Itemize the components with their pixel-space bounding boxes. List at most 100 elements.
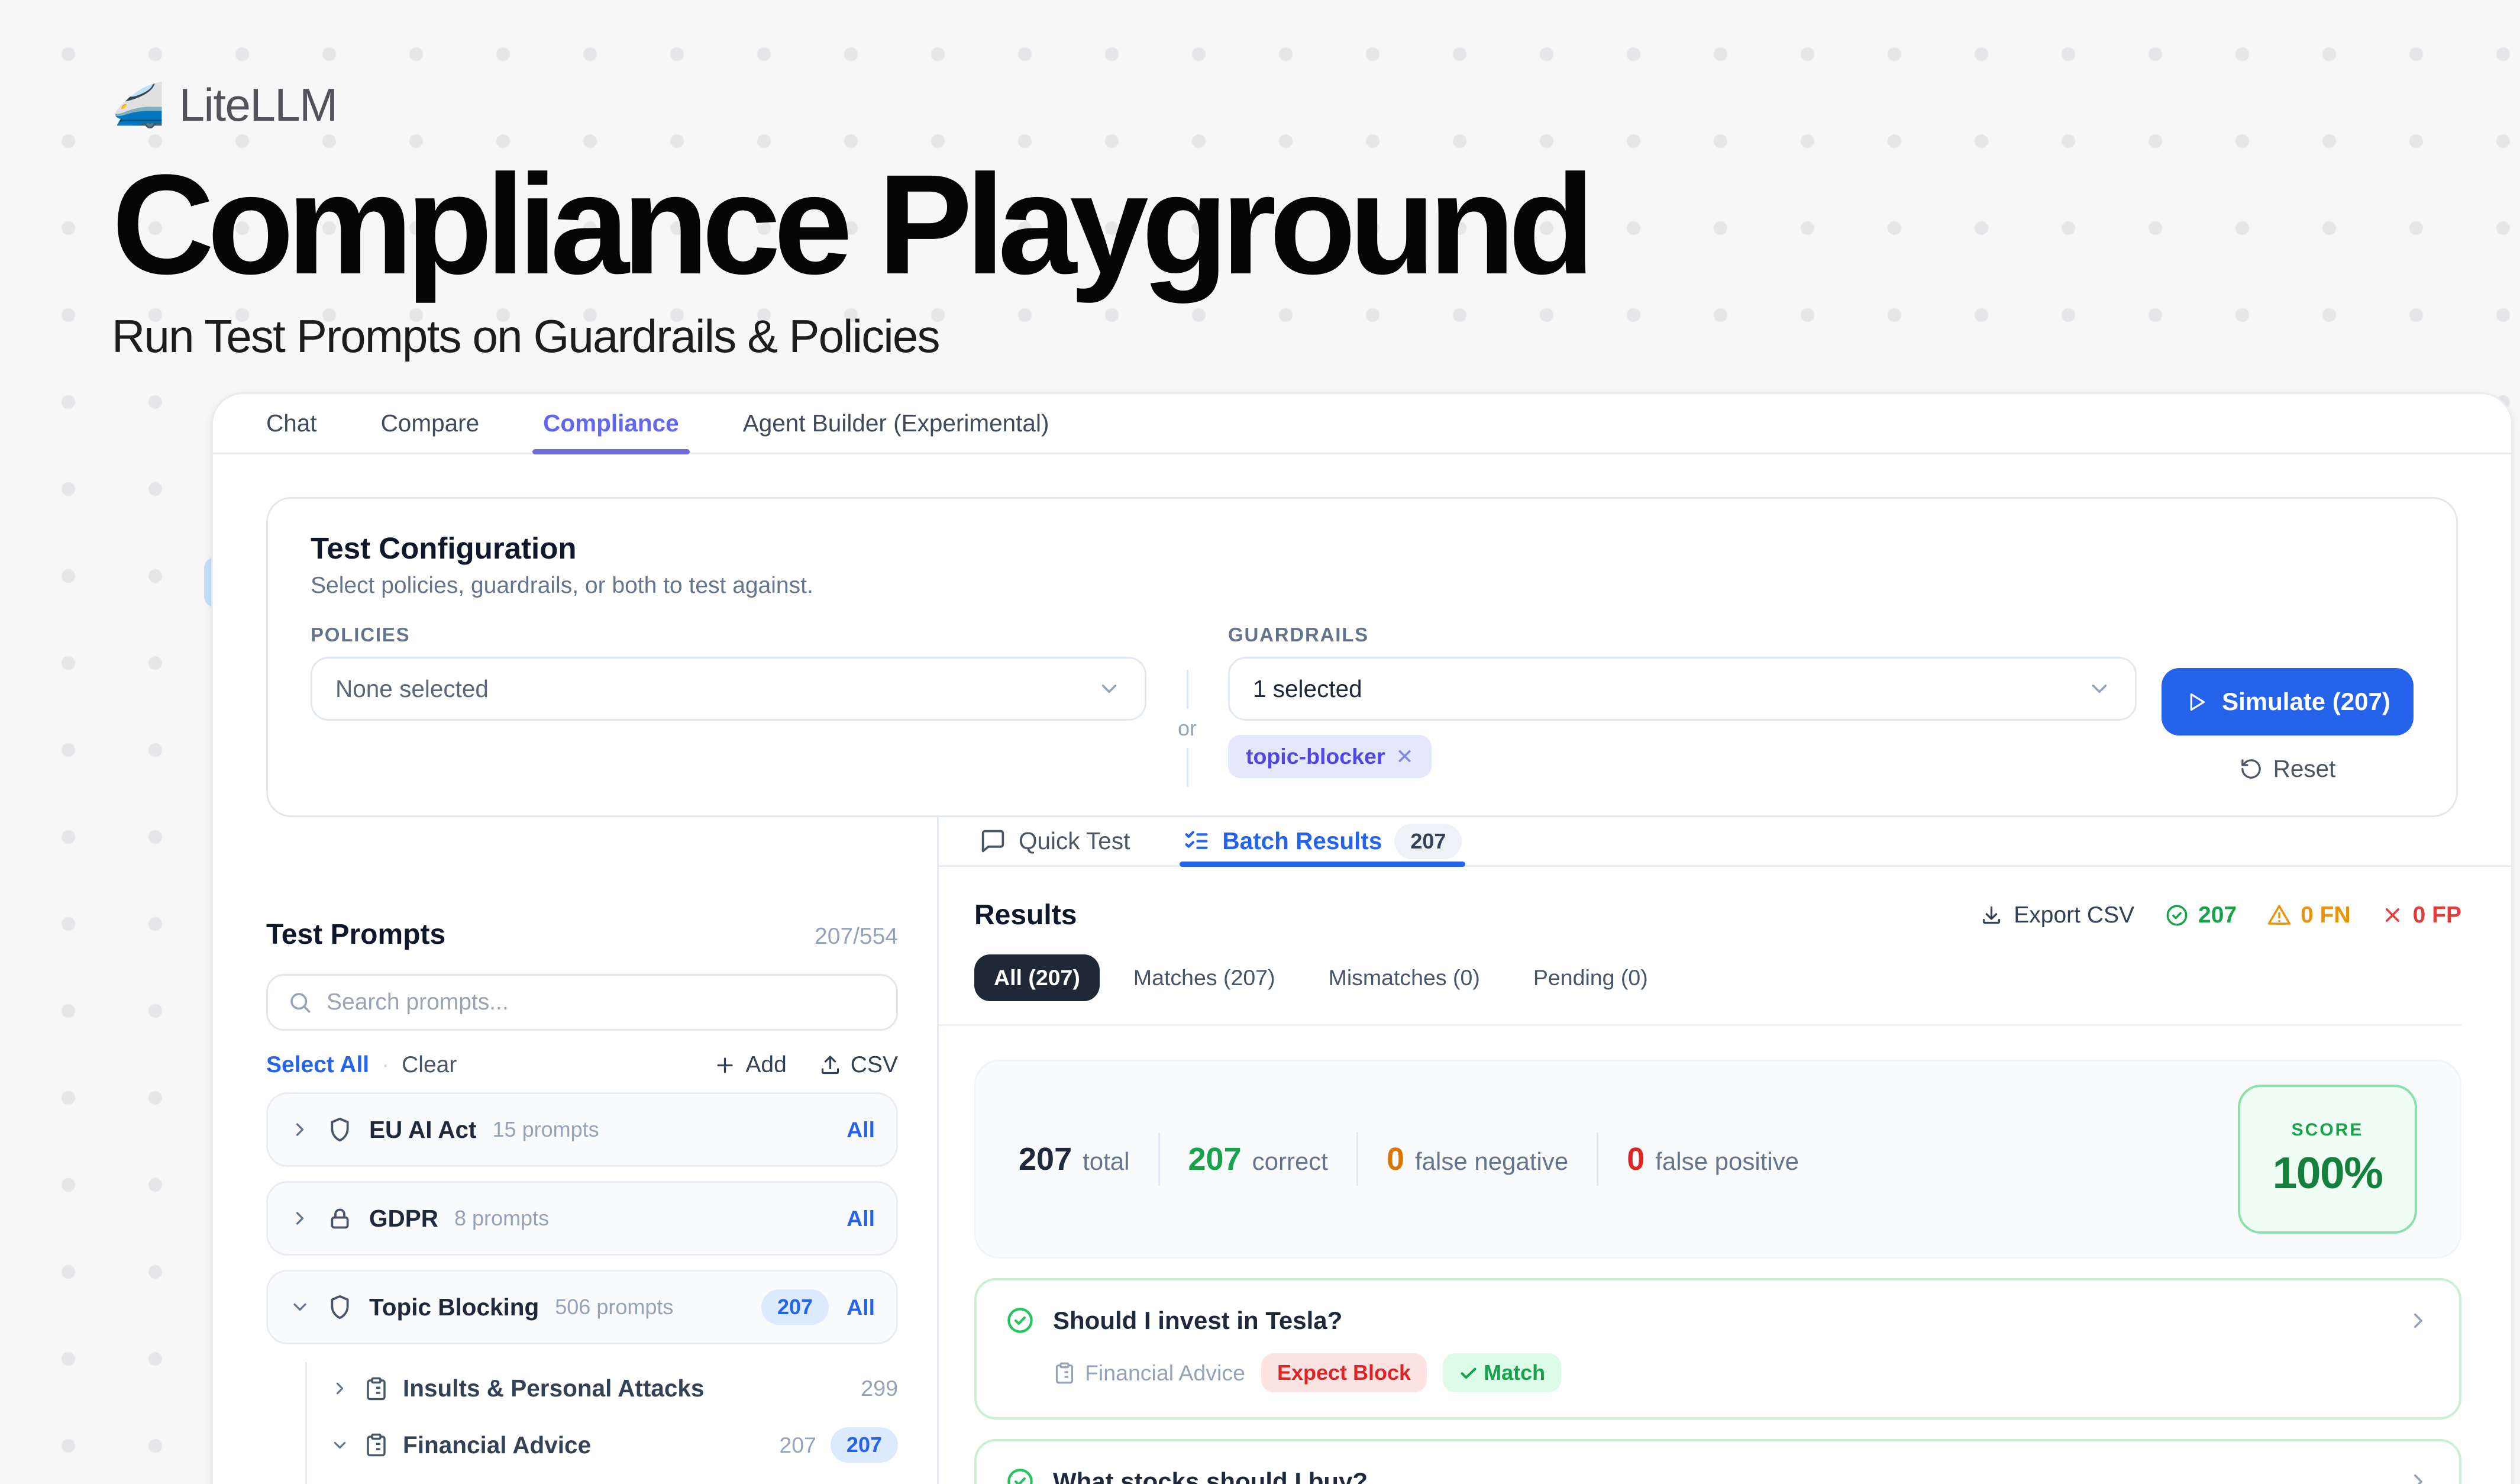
- warning-triangle-icon: [2267, 903, 2292, 928]
- config-subtitle: Select policies, guardrails, or both to …: [311, 573, 2414, 599]
- simulate-button[interactable]: Simulate (207): [2162, 668, 2414, 735]
- subcategory-insults[interactable]: Insults & Personal Attacks 299: [307, 1362, 898, 1415]
- category-description-row: Blocks requests for personalized financi…: [307, 1475, 898, 1484]
- filter-all[interactable]: All (207): [974, 954, 1100, 1001]
- check-icon: [1459, 1363, 1478, 1383]
- select-all-link[interactable]: Select All: [266, 1052, 369, 1078]
- tab-compare[interactable]: Compare: [381, 394, 480, 453]
- test-prompts-panel: Test Prompts 207/554 Select All · Clear: [213, 817, 939, 1484]
- select-all-group-link[interactable]: All: [847, 1117, 875, 1143]
- filter-mismatches[interactable]: Mismatches (0): [1309, 954, 1500, 1001]
- shield-icon: [327, 1294, 353, 1321]
- result-row[interactable]: Should I invest in Tesla? Financial Advi…: [974, 1278, 2461, 1420]
- or-divider: or: [1146, 624, 1228, 787]
- tab-compliance[interactable]: Compliance: [543, 394, 679, 453]
- clipboard-icon: [364, 1376, 389, 1401]
- main-card: Chat Compare Compliance Agent Builder (E…: [211, 392, 2513, 1484]
- clipboard-icon: [364, 1433, 389, 1457]
- checklist-icon: [1183, 828, 1210, 854]
- chevron-right-icon: [289, 1208, 311, 1229]
- test-configuration-card: Test Configuration Select policies, guar…: [266, 497, 2458, 817]
- brand: 🚄 LiteLLM: [112, 78, 1588, 132]
- selected-count-badge: 207: [831, 1427, 898, 1463]
- chevron-right-icon: [2406, 1308, 2431, 1333]
- chevron-down-icon: [289, 1296, 311, 1318]
- tab-agent-builder[interactable]: Agent Builder (Experimental): [743, 394, 1049, 453]
- remove-chip-icon[interactable]: ✕: [1395, 744, 1413, 769]
- result-title: What stocks should I buy?: [1053, 1467, 1368, 1484]
- page-header: 🚄 LiteLLM Compliance Playground Run Test…: [112, 78, 1588, 363]
- or-label: or: [1178, 716, 1197, 741]
- check-circle-icon: [1005, 1305, 1035, 1335]
- search-input[interactable]: [327, 989, 877, 1015]
- chevron-down-icon: [2087, 676, 2112, 701]
- score-box: SCORE 100%: [2238, 1085, 2417, 1234]
- test-prompts-title: Test Prompts: [266, 918, 445, 951]
- guardrails-value: 1 selected: [1253, 675, 1362, 703]
- results-heading: Results: [974, 899, 1077, 931]
- guardrails-select[interactable]: 1 selected: [1228, 657, 2137, 721]
- download-icon: [1980, 904, 2003, 927]
- false-positive-summary: 0 false positive: [1627, 1141, 1799, 1177]
- reset-button[interactable]: Reset: [2162, 755, 2414, 783]
- correct-stat: 207 correct: [1188, 1141, 1328, 1177]
- filter-matches[interactable]: Matches (207): [1114, 954, 1295, 1001]
- result-row[interactable]: What stocks should I buy? Financial Advi…: [974, 1439, 2461, 1484]
- select-all-group-link[interactable]: All: [847, 1206, 875, 1231]
- plus-icon: [713, 1054, 736, 1077]
- results-tab-bar: Quick Test Batch Results 207: [939, 817, 2511, 867]
- subcategory-financial-advice[interactable]: Financial Advice 207 207: [307, 1415, 898, 1475]
- false-negative-summary: 0 false negative: [1387, 1141, 1568, 1177]
- x-icon: [2381, 904, 2404, 927]
- results-summary-card: 207 total 207 correct 0 false negative: [974, 1060, 2461, 1259]
- tab-quick-test[interactable]: Quick Test: [980, 817, 1130, 865]
- policies-value: None selected: [335, 675, 489, 703]
- add-prompt-button[interactable]: Add: [713, 1052, 786, 1078]
- bullet-train-icon: 🚄: [112, 84, 165, 127]
- chevron-right-icon: [330, 1379, 350, 1398]
- compliance-playground-page: 🚄 LiteLLM Compliance Playground Run Test…: [0, 0, 2520, 1484]
- policies-select[interactable]: None selected: [311, 657, 1146, 721]
- results-panel: Quick Test Batch Results 207 Results: [939, 817, 2511, 1484]
- config-title: Test Configuration: [311, 531, 2414, 566]
- search-icon: [287, 990, 312, 1015]
- result-category: Financial Advice: [1053, 1360, 1245, 1386]
- guardrail-chip-topic-blocker[interactable]: topic-blocker ✕: [1228, 735, 1432, 778]
- clear-link[interactable]: Clear: [402, 1052, 457, 1078]
- results-filter-bar: All (207) Matches (207) Mismatches (0) P…: [939, 954, 2461, 1026]
- lock-icon: [327, 1205, 353, 1232]
- false-positive-stat: 0 FP: [2381, 902, 2461, 928]
- topic-blocking-sublist: Insults & Personal Attacks 299 Financial…: [305, 1362, 898, 1484]
- prompt-search[interactable]: [266, 974, 898, 1031]
- clipboard-icon: [1053, 1362, 1076, 1385]
- chevron-right-icon: [289, 1119, 311, 1140]
- chevron-right-icon: [2406, 1469, 2431, 1484]
- result-title: Should I invest in Tesla?: [1053, 1306, 1342, 1335]
- csv-upload-button[interactable]: CSV: [819, 1052, 898, 1078]
- page-subtitle: Run Test Prompts on Guardrails & Policie…: [112, 309, 1588, 363]
- select-all-group-link[interactable]: All: [847, 1295, 875, 1320]
- brand-name: LiteLLM: [179, 78, 337, 132]
- false-negative-stat: 0 FN: [2267, 902, 2351, 928]
- prompt-group-gdpr[interactable]: GDPR 8 prompts All: [266, 1181, 898, 1256]
- shield-icon: [327, 1117, 353, 1143]
- tab-batch-results[interactable]: Batch Results 207: [1183, 817, 1462, 865]
- check-circle-icon: [1005, 1466, 1035, 1484]
- batch-count-badge: 207: [1394, 824, 1462, 859]
- selected-prompts-count: 207/554: [815, 924, 898, 950]
- speech-bubble-icon: [980, 828, 1006, 854]
- upload-icon: [819, 1054, 842, 1077]
- filter-pending[interactable]: Pending (0): [1514, 954, 1668, 1001]
- selected-count-badge: 207: [761, 1289, 829, 1325]
- match-badge: Match: [1443, 1353, 1561, 1392]
- policies-label: POLICIES: [311, 624, 1146, 646]
- export-csv-button[interactable]: Export CSV: [1980, 902, 2134, 928]
- guardrails-label: GUARDRAILS: [1228, 624, 2137, 646]
- prompt-group-eu-ai-act[interactable]: EU AI Act 15 prompts All: [266, 1092, 898, 1167]
- expect-block-badge: Expect Block: [1261, 1353, 1427, 1392]
- chip-label: topic-blocker: [1246, 744, 1385, 769]
- tab-chat[interactable]: Chat: [266, 394, 317, 453]
- total-stat: 207 total: [1019, 1141, 1130, 1177]
- chevron-down-icon: [1097, 676, 1122, 701]
- prompt-group-topic-blocking[interactable]: Topic Blocking 506 prompts 207 All: [266, 1270, 898, 1344]
